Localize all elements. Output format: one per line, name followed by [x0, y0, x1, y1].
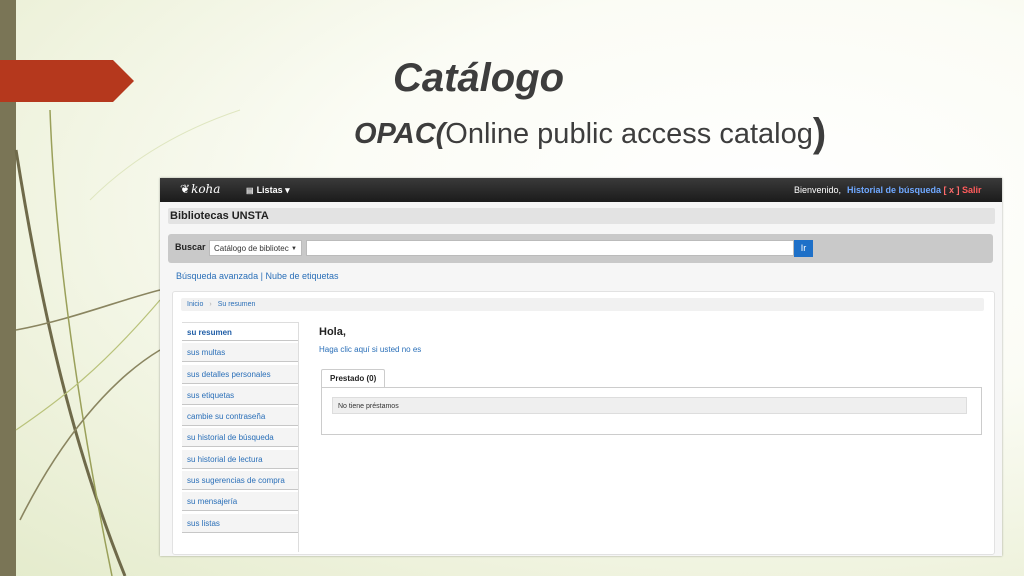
- tag-cloud-link[interactable]: Nube de etiquetas: [265, 271, 338, 281]
- dropdown-caret-icon: ▼: [291, 246, 297, 252]
- tab-bar: Prestado (0): [321, 368, 386, 388]
- greeting: Hola,: [319, 326, 346, 338]
- search-sublinks: Búsqueda avanzada | Nube de etiquetas: [176, 271, 339, 281]
- search-label: Buscar: [175, 242, 206, 252]
- content-panel: Inicio › Su resumen su resumen sus multas …: [172, 291, 995, 555]
- user-sidebar: su resumen sus multas sus detalles perso…: [182, 322, 299, 552]
- breadcrumb: Inicio › Su resumen: [181, 298, 984, 311]
- welcome-text: Bienvenido,: [794, 185, 842, 195]
- advanced-search-link[interactable]: Búsqueda avanzada: [176, 271, 258, 281]
- sidebar-item-fines[interactable]: sus multas: [182, 343, 298, 363]
- search-history-label: Historial de búsqueda: [847, 185, 942, 195]
- breadcrumb-current[interactable]: Su resumen: [218, 301, 256, 308]
- list-icon: ▤: [246, 186, 254, 195]
- sidebar-item-lists[interactable]: sus listas: [182, 513, 298, 533]
- lists-label: Listas: [256, 185, 283, 195]
- subtitle-suffix: ): [812, 111, 827, 155]
- red-arrow-shape: [0, 60, 134, 102]
- sidebar-item-reading-history[interactable]: su historial de lectura: [182, 449, 298, 469]
- not-you-link[interactable]: Haga clic aquí si usted no es: [319, 345, 984, 354]
- main-area: Hola, Haga clic aquí si usted no es Pres…: [319, 326, 984, 435]
- sidebar-item-summary[interactable]: su resumen: [182, 322, 298, 341]
- subtitle-main: Online public access catalog: [445, 118, 813, 150]
- lists-menu[interactable]: ▤ Listas ▾: [246, 185, 290, 196]
- slide-title: Catálogo: [392, 56, 565, 100]
- top-navbar: ❦koha ▤ Listas ▾ Bienvenido, Historial de…: [160, 178, 1002, 202]
- subtitle-prefix: OPAC(: [354, 118, 446, 150]
- sublink-separator: |: [260, 271, 263, 281]
- clear-history-button[interactable]: [ x ]: [944, 185, 960, 195]
- koha-leaf-icon: ❦: [180, 182, 191, 196]
- koha-logo-text: koha: [191, 182, 221, 196]
- tab-panel: No tiene préstamos: [321, 387, 982, 435]
- sidebar-item-messaging[interactable]: su mensajería: [182, 492, 298, 512]
- logout-link[interactable]: Salir: [962, 185, 982, 195]
- slide-subtitle: OPAC(Online public access catalog): [354, 108, 827, 155]
- sidebar-item-personal-details[interactable]: sus detalles personales: [182, 364, 298, 384]
- search-history-link[interactable]: Historial de búsqueda [ x ]: [847, 185, 960, 195]
- search-go-button[interactable]: Ir: [794, 240, 813, 257]
- no-loans-message: No tiene préstamos: [332, 397, 967, 414]
- koha-logo[interactable]: ❦koha: [180, 182, 220, 196]
- search-scope-value: Catálogo de bibliotec: [214, 244, 289, 253]
- sidebar-item-search-history[interactable]: su historial de búsqueda: [182, 428, 298, 448]
- chevron-down-icon: ▾: [285, 185, 290, 195]
- sidebar-divider: [298, 322, 299, 552]
- library-name: Bibliotecas UNSTA: [168, 208, 995, 224]
- search-bar: Buscar Catálogo de bibliotec ▼ Ir: [168, 234, 993, 263]
- search-input[interactable]: [306, 240, 794, 256]
- breadcrumb-home[interactable]: Inicio: [187, 301, 203, 308]
- sidebar-item-purchase-suggestions[interactable]: sus sugerencias de compra: [182, 471, 298, 491]
- sidebar-item-change-password[interactable]: cambie su contraseña: [182, 407, 298, 427]
- search-scope-select[interactable]: Catálogo de bibliotec ▼: [209, 240, 302, 256]
- breadcrumb-separator: ›: [209, 301, 212, 308]
- opac-screenshot: ❦koha ▤ Listas ▾ Bienvenido, Historial de…: [160, 178, 1002, 556]
- sidebar-item-tags[interactable]: sus etiquetas: [182, 385, 298, 405]
- tab-checked-out[interactable]: Prestado (0): [321, 369, 386, 388]
